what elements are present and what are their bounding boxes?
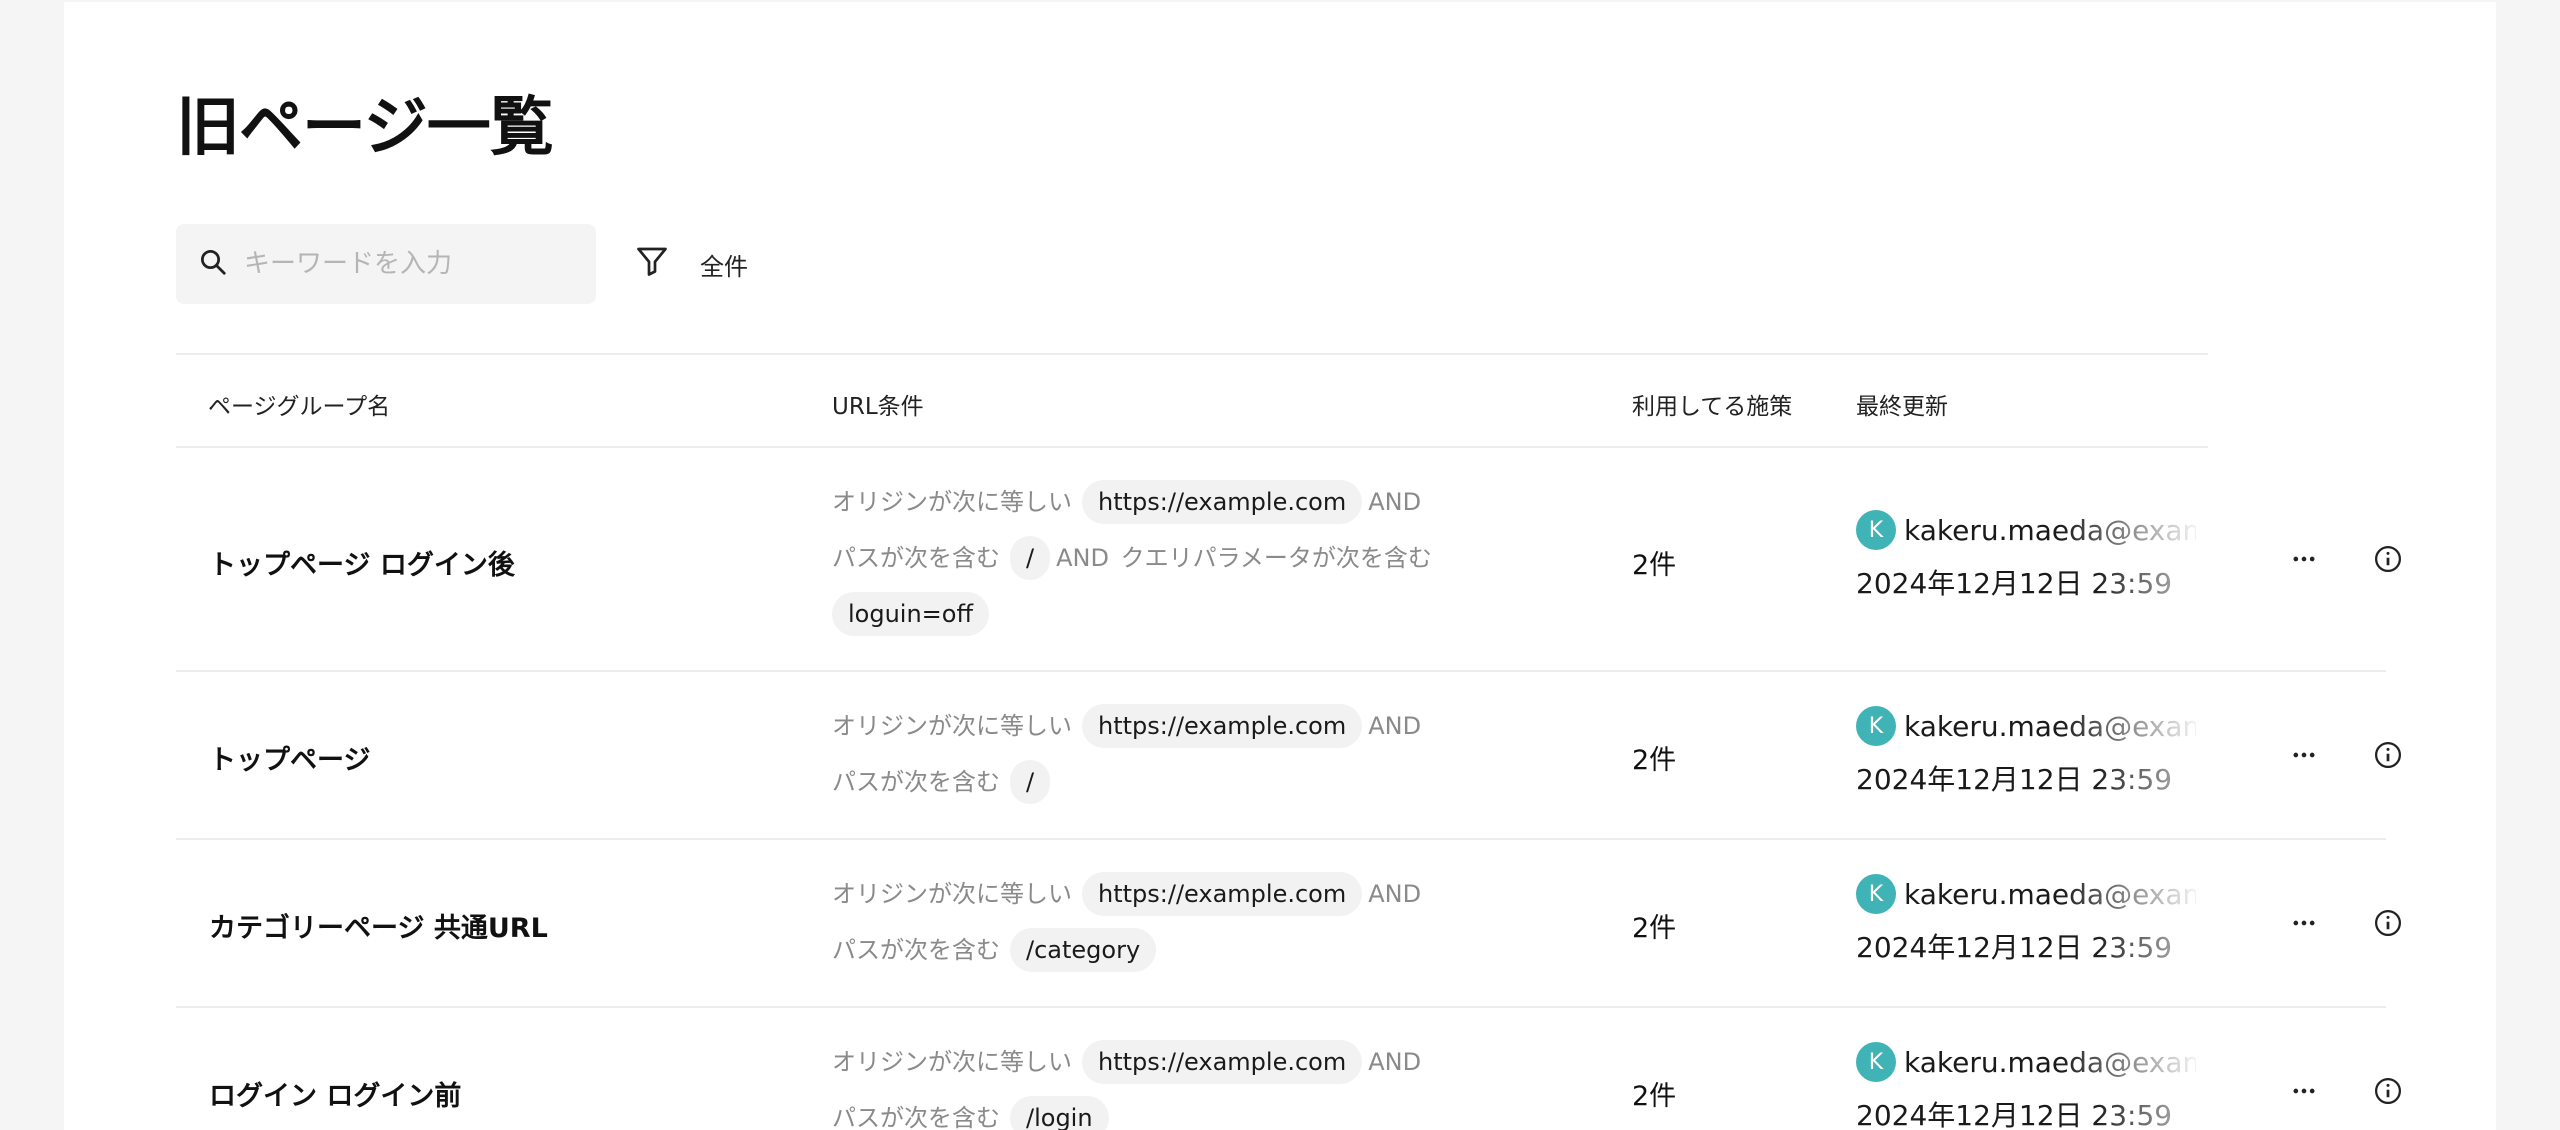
page-title: 旧ページ一覧: [176, 91, 554, 165]
filter-icon: [634, 243, 670, 285]
condition-value: /: [1010, 760, 1051, 804]
more-horizontal-icon: [2290, 545, 2318, 576]
condition-label: パスが次を含む: [832, 1104, 1000, 1130]
and-label: AND: [1368, 488, 1422, 516]
info-icon: [2373, 740, 2403, 773]
info-icon: [2373, 544, 2403, 577]
page-group-name[interactable]: トップページ: [209, 738, 370, 777]
column-header-last-updated: 最終更新: [1856, 394, 1948, 420]
updated-date: 2024年12月12日 23:59: [1856, 1099, 2173, 1130]
condition-value: https://example.com: [1082, 704, 1363, 748]
table-row[interactable]: トップページ オリジンが次に等しい https://example.com AND …: [176, 672, 2401, 840]
condition-label: パスが次を含む: [832, 936, 1000, 964]
campaign-count: 2件: [1632, 745, 1677, 776]
updated-by: K kakeru.maeda@example.com: [1856, 872, 2196, 916]
page-group-table: ページグループ名 URL条件 利用してる施策 最終更新 トップページ ログイン後…: [176, 353, 2401, 1130]
column-header-url-condition: URL条件: [832, 394, 924, 420]
table-row[interactable]: トップページ ログイン後 オリジンが次に等しい https://example.c…: [176, 448, 2401, 672]
avatar: K: [1856, 706, 1896, 746]
search-icon: [198, 247, 228, 281]
more-button[interactable]: [2282, 538, 2326, 582]
last-updated: K kakeru.maeda@example.com 2024年12月12日 2…: [1856, 508, 2216, 602]
info-icon: [2373, 1076, 2403, 1109]
page-group-name[interactable]: カテゴリーページ 共通URL: [209, 906, 548, 945]
condition-value: https://example.com: [1082, 872, 1363, 916]
campaign-count: 2件: [1632, 550, 1677, 581]
user-email: kakeru.maeda@example.com: [1904, 877, 2196, 911]
page-group-name[interactable]: トップページ ログイン後: [209, 543, 515, 582]
column-header-campaigns: 利用してる施策: [1632, 394, 1793, 420]
page-group-name[interactable]: ログイン ログイン前: [209, 1074, 461, 1113]
condition-label: オリジンが次に等しい: [832, 1048, 1072, 1076]
info-button[interactable]: [2366, 902, 2410, 946]
more-button[interactable]: [2282, 734, 2326, 778]
updated-by: K kakeru.maeda@example.com: [1856, 508, 2196, 552]
and-label: AND: [1368, 1048, 1422, 1076]
search-input[interactable]: [244, 249, 564, 279]
table-header: ページグループ名 URL条件 利用してる施策 最終更新: [176, 353, 2208, 448]
updated-date: 2024年12月12日 23:59: [1856, 567, 2173, 600]
last-updated: K kakeru.maeda@example.com 2024年12月12日 2…: [1856, 704, 2216, 798]
condition-label: パスが次を含む: [832, 544, 1000, 572]
campaign-count: 2件: [1632, 1081, 1677, 1112]
more-horizontal-icon: [2290, 1077, 2318, 1108]
condition-label: クエリパラメータが次を含む: [1120, 544, 1432, 572]
avatar: K: [1856, 1042, 1896, 1082]
url-conditions: オリジンが次に等しい https://example.com AND パスが次を含む…: [832, 866, 1552, 978]
and-label: AND: [1056, 544, 1109, 572]
condition-label: オリジンが次に等しい: [832, 488, 1072, 516]
more-horizontal-icon: [2290, 741, 2318, 772]
info-button[interactable]: [2366, 734, 2410, 778]
table-row[interactable]: ログイン ログイン前 オリジンが次に等しい https://example.com…: [176, 1008, 2401, 1130]
updated-by: K kakeru.maeda@example.com: [1856, 704, 2196, 748]
info-button[interactable]: [2366, 538, 2410, 582]
last-updated: K kakeru.maeda@example.com 2024年12月12日 2…: [1856, 1040, 2216, 1130]
user-email: kakeru.maeda@example.com: [1904, 709, 2196, 743]
url-conditions: オリジンが次に等しい https://example.com AND パスが次を含む…: [832, 1034, 1552, 1130]
updated-by: K kakeru.maeda@example.com: [1856, 1040, 2196, 1084]
condition-label: パスが次を含む: [832, 768, 1000, 796]
search-box[interactable]: [176, 224, 596, 304]
condition-value: /: [1010, 536, 1051, 580]
filter-label: 全件: [700, 252, 748, 281]
column-header-page-group-name: ページグループ名: [208, 394, 391, 420]
condition-label: オリジンが次に等しい: [832, 712, 1072, 740]
condition-value: https://example.com: [1082, 480, 1363, 524]
toolbar: 全件: [176, 224, 748, 304]
last-updated: K kakeru.maeda@example.com 2024年12月12日 2…: [1856, 872, 2216, 966]
filter-button[interactable]: 全件: [634, 243, 748, 285]
avatar: K: [1856, 510, 1896, 550]
info-icon: [2373, 908, 2403, 941]
condition-label: オリジンが次に等しい: [832, 880, 1072, 908]
and-label: AND: [1368, 880, 1422, 908]
url-conditions: オリジンが次に等しい https://example.com AND パスが次を含む…: [832, 698, 1552, 810]
updated-date: 2024年12月12日 23:59: [1856, 763, 2173, 796]
and-label: AND: [1368, 712, 1422, 740]
condition-value: loguin=off: [832, 592, 990, 636]
more-horizontal-icon: [2290, 909, 2318, 940]
campaign-count: 2件: [1632, 913, 1677, 944]
condition-value: /login: [1010, 1096, 1109, 1130]
user-email: kakeru.maeda@example.com: [1904, 1045, 2196, 1079]
condition-value: https://example.com: [1082, 1040, 1363, 1084]
condition-value: /category: [1010, 928, 1157, 972]
info-button[interactable]: [2366, 1070, 2410, 1114]
url-conditions: オリジンが次に等しい https://example.com AND パスが次を含む…: [832, 474, 1552, 642]
user-email: kakeru.maeda@example.com: [1904, 513, 2196, 547]
more-button[interactable]: [2282, 902, 2326, 946]
more-button[interactable]: [2282, 1070, 2326, 1114]
table-row[interactable]: カテゴリーページ 共通URL オリジンが次に等しい https://example…: [176, 840, 2401, 1008]
main-panel: 旧ページ一覧 全件 ページグループ名 URL条件 利用してる施策: [64, 2, 2496, 1130]
updated-date: 2024年12月12日 23:59: [1856, 931, 2173, 964]
avatar: K: [1856, 874, 1896, 914]
